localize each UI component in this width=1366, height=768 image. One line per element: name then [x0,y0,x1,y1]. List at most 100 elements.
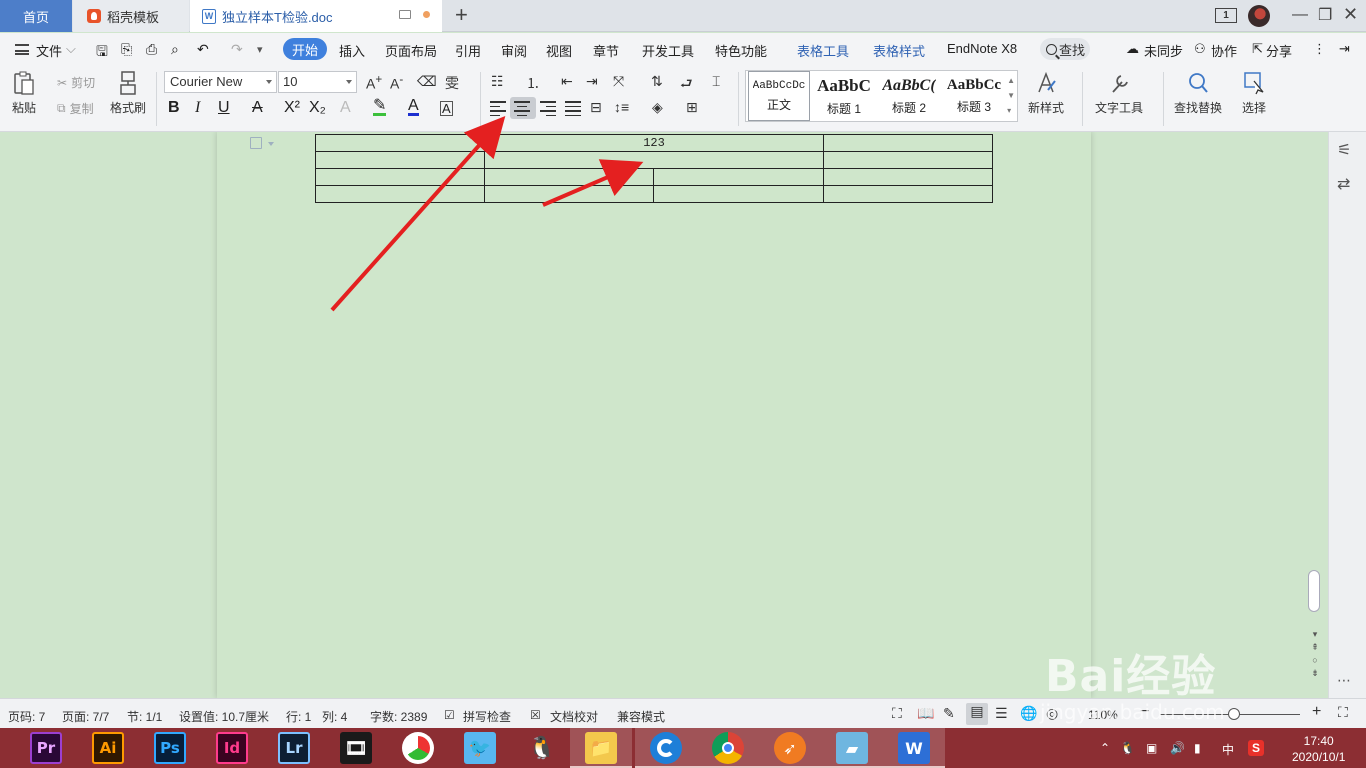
qq-tray-icon[interactable]: 🐧 [1120,741,1135,755]
zoom-in-icon[interactable]: + [1312,703,1321,721]
copy-button[interactable]: ⧉ 复制 [57,100,94,117]
translate-icon[interactable]: ⇄ [1337,174,1350,194]
align-left-icon[interactable] [490,101,508,117]
grow-font-icon[interactable]: A+ [366,73,382,92]
settings-sliders-icon[interactable]: ⚟ [1337,140,1351,160]
menu-chapter[interactable]: 章节 [593,41,619,60]
qq-penguin-icon[interactable]: 🐧 [526,732,558,764]
system-clock[interactable]: 17:40 2020/10/1 [1292,733,1345,765]
paste-button[interactable]: 粘贴 [12,70,36,116]
status-column[interactable]: 列: 4 [322,708,347,725]
font-name-select[interactable]: Courier New [164,71,277,93]
status-row[interactable]: 行: 1 [286,708,311,725]
table-cell[interactable] [484,185,654,203]
read-mode-icon[interactable]: 📖 [917,705,934,722]
more-dots-icon[interactable]: ⋯ [1337,672,1351,689]
text-tools-button[interactable]: 文字工具 [1095,70,1143,116]
superscript-icon[interactable]: X² [284,99,300,117]
char-border-icon[interactable]: A [440,101,453,116]
close-icon[interactable]: ✕ [1343,4,1358,25]
tab-document[interactable]: W 独立样本T检验.doc [190,0,442,32]
select-button[interactable]: 选择 [1242,70,1266,116]
page-view-icon[interactable]: ▤ [966,703,988,725]
menu-table-tools[interactable]: 表格工具 [797,41,849,60]
outline-view-icon[interactable]: ☰ [995,705,1008,722]
text-effect-icon[interactable]: A [340,99,351,117]
table-cell[interactable] [315,185,485,203]
menu-insert[interactable]: 插入 [339,41,365,60]
bold-icon[interactable]: B [168,99,180,117]
share-icon[interactable]: ⇱ [1252,41,1263,57]
sogou-ime-icon[interactable]: S [1248,740,1264,756]
file-explorer-icon[interactable]: 📁 [585,732,617,764]
font-size-select[interactable]: 10 [278,71,357,93]
text-direction-icon[interactable]: ⮐ [680,73,693,97]
status-word-count[interactable]: 字数: 2389 [370,708,427,725]
chinese-layout-icon[interactable]: ⤧ [613,73,624,90]
table-cell[interactable] [823,185,993,203]
table-cell[interactable] [484,168,654,186]
photoshop-icon[interactable]: Ps [154,732,186,764]
print-icon[interactable]: ⎙ [146,41,157,58]
search-button[interactable]: 查找 [1040,38,1090,60]
premiere-icon[interactable]: Pr [30,732,62,764]
doc-proof-button[interactable]: 文档校对 [550,708,598,725]
show-marks-icon[interactable]: ⌶ [712,73,720,90]
shrink-font-icon[interactable]: A- [390,73,403,92]
numbered-list-icon[interactable]: ⒈ [526,73,540,93]
increase-indent-icon[interactable]: ⇥ [586,73,598,90]
export-icon[interactable]: ⎘ [121,41,132,58]
align-right-icon[interactable] [540,101,558,117]
spell-check-button[interactable]: 拼写检查 [463,708,511,725]
menu-features[interactable]: 特色功能 [715,41,767,60]
illustrator-icon[interactable]: Ai [92,732,124,764]
network-icon[interactable]: ▮ [1194,741,1201,755]
indesign-icon[interactable]: Id [216,732,248,764]
collab-icon[interactable]: ⚇ [1194,41,1206,57]
redo-icon[interactable]: ↷ [231,41,243,58]
undo-icon[interactable]: ↶ [197,41,209,58]
decrease-indent-icon[interactable]: ⇤ [561,73,573,90]
menu-page-layout[interactable]: 页面布局 [385,41,437,60]
find-replace-button[interactable]: 查找替换 [1174,70,1222,116]
window-count-badge[interactable]: 1 [1215,8,1237,23]
tab-home[interactable]: 首页 [0,0,72,32]
clear-format-icon[interactable]: ⌫ [417,73,437,90]
table-cell[interactable] [653,168,824,186]
document-page[interactable]: 123 [217,132,1091,698]
proof-icon[interactable]: ☒ [530,708,541,722]
style-heading-3[interactable]: AaBbCc 标题 3 [942,71,1006,121]
status-setting[interactable]: 设置值: 10.7厘米 [179,708,269,725]
cut-button[interactable]: ✂ 剪切 [57,74,95,91]
table-cell[interactable] [823,151,993,169]
fullscreen-icon[interactable]: ⛶ [892,705,902,722]
color-app-icon[interactable] [402,732,434,764]
menu-review[interactable]: 审阅 [501,41,527,60]
web-view-icon[interactable]: 🌐 [1020,705,1037,722]
menu-hamburger-icon[interactable] [15,44,29,55]
share-button[interactable]: 分享 [1266,41,1292,60]
ime-indicator[interactable]: 中 [1222,741,1234,758]
new-tab-button[interactable]: + [455,4,468,26]
collab-button[interactable]: 协作 [1211,41,1237,60]
wps-writer-icon[interactable]: W [898,732,930,764]
italic-icon[interactable]: I [195,99,200,117]
justify-icon[interactable] [565,101,583,117]
status-section[interactable]: 节: 1/1 [127,708,162,725]
bullet-list-icon[interactable]: ☷ [491,73,504,90]
font-color-icon[interactable]: A [408,98,419,116]
table-cell[interactable] [653,185,824,203]
menu-references[interactable]: 引用 [455,41,481,60]
sync-status[interactable]: 未同步 [1144,41,1183,60]
table-cell[interactable] [315,168,485,186]
table-cell[interactable] [823,134,993,152]
device-tray-icon[interactable]: ▣ [1146,741,1157,755]
style-gallery-scroll-icon[interactable]: ▲ ▼ ▾ [1007,73,1015,118]
borders-icon[interactable]: ⊞ [686,99,698,116]
table-cell[interactable] [315,151,485,169]
thunder-download-icon[interactable]: ➶ [774,732,806,764]
format-painter-button[interactable]: 格式刷 [110,70,146,116]
vertical-scrollbar-thumb[interactable] [1308,570,1320,612]
menu-start[interactable]: 开始 [283,38,327,60]
shading-icon[interactable]: ◈ [652,99,663,116]
